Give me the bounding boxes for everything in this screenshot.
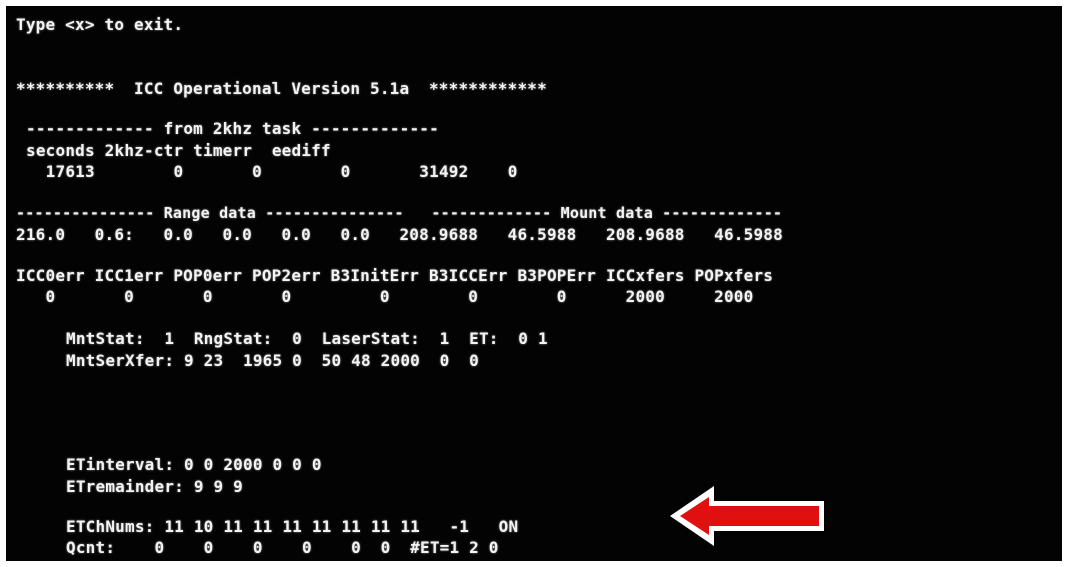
status-line-2: MntSerXfer: 9 23 1965 0 50 48 2000 0 0: [66, 351, 479, 370]
error-values: 0 0 0 0 0 0 0 2000 2000: [16, 287, 754, 306]
et-interval: ETinterval: 0 0 2000 0 0 0: [66, 455, 322, 474]
left-arrow-icon: [670, 486, 824, 546]
terminal-screen: Type <x> to exit. ********** ICC Operati…: [6, 6, 1062, 561]
et-remainder: ETremainder: 9 9 9: [66, 477, 243, 496]
task-columns: seconds 2khz-ctr timerr eediff: [26, 141, 331, 160]
error-columns: ICC0err ICC1err POP0err POP2err B3InitEr…: [16, 266, 774, 285]
qcnt-line: Qcnt: 0 0 0 0 0 0 #ET=1 2 0: [66, 538, 499, 557]
range-mount-header: --------------- Range data -------------…: [16, 204, 783, 222]
exit-hint: Type <x> to exit.: [16, 15, 184, 34]
task-section-header: ------------- from 2khz task -----------…: [26, 119, 439, 138]
task-values: 17613 0 0 0 31492 0: [26, 162, 518, 181]
range-mount-values: 216.0 0.6: 0.0 0.0 0.0 0.0 208.9688 46.5…: [16, 225, 783, 244]
version-title: ********** ICC Operational Version 5.1a …: [16, 79, 547, 98]
et-chnums: ETChNums: 11 10 11 11 11 11 11 11 11 -1 …: [66, 517, 519, 536]
status-line-1: MntStat: 1 RngStat: 0 LaserStat: 1 ET: 0…: [66, 329, 548, 348]
